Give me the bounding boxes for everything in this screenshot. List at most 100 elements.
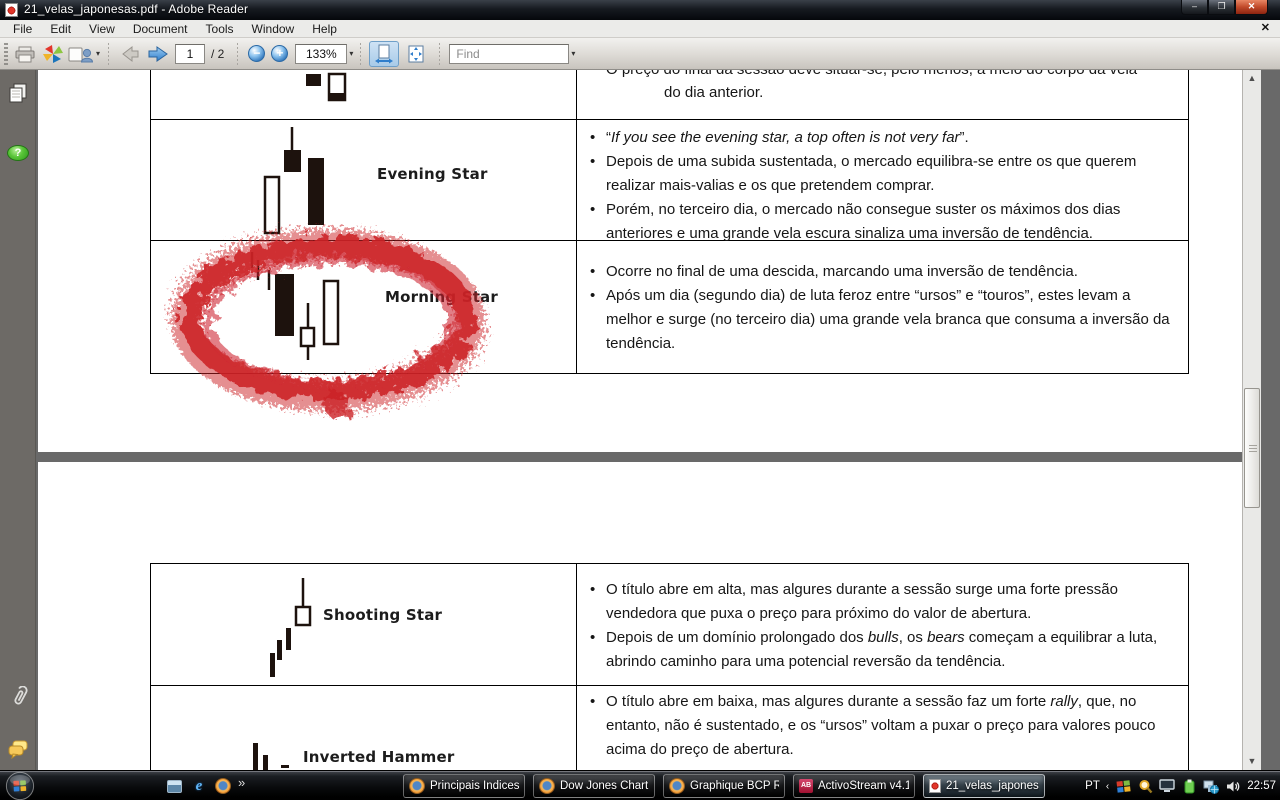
toolbar-separator: [237, 42, 239, 65]
windows-start-orb-icon: [5, 771, 35, 800]
fit-page-button[interactable]: [401, 41, 431, 67]
attachments-panel-button[interactable]: [7, 686, 29, 708]
tray-collapse-icon[interactable]: ‹: [1106, 781, 1109, 792]
document-area: O preço do final da sessão deve situar-s…: [37, 70, 1261, 770]
display-tray-icon[interactable]: [1159, 778, 1175, 794]
vertical-scrollbar[interactable]: ▲ ▼: [1242, 70, 1261, 770]
table-row-line: [151, 119, 1188, 120]
menu-help[interactable]: Help: [303, 20, 346, 38]
menu-window[interactable]: Window: [243, 20, 304, 38]
quick-launch-overflow-icon[interactable]: »: [238, 775, 245, 790]
patterns-table: Shooting Star • O título abre em alta, ma…: [150, 563, 1189, 770]
taskbar-button-dow-jones[interactable]: Dow Jones Chart - L...: [533, 774, 655, 798]
toolbar-separator: [360, 42, 362, 65]
next-page-button[interactable]: [145, 41, 171, 67]
menu-edit[interactable]: Edit: [41, 20, 80, 38]
taskbar-button-velas-japonesas[interactable]: 21_velas_japonesas....: [923, 774, 1045, 798]
adobe-reader-window: 21_velas_japonesas.pdf - Adobe Reader – …: [0, 0, 1280, 800]
clipped-candlestick-pattern: [306, 72, 347, 102]
language-indicator[interactable]: PT: [1085, 780, 1100, 792]
firefox-icon: [539, 778, 555, 794]
title-bar: 21_velas_japonesas.pdf - Adobe Reader – …: [0, 0, 1280, 20]
taskbar: e » Principais Índices M... Dow Jones Ch…: [0, 770, 1280, 800]
menu-document[interactable]: Document: [124, 20, 197, 38]
start-button[interactable]: [5, 771, 35, 800]
table-divider: [576, 70, 577, 374]
page-count-label: / 2: [211, 46, 225, 61]
power-tray-icon[interactable]: [1181, 778, 1197, 794]
toolbar-separator: [439, 42, 441, 65]
toolbar-separator: [108, 42, 110, 65]
toolbar-grip: [4, 42, 8, 65]
firefox-icon: [215, 778, 231, 794]
volume-tray-icon[interactable]: [1225, 778, 1241, 794]
taskbar-button-activostream[interactable]: AB ActivoStream v4.14: [793, 774, 915, 798]
find-field[interactable]: [449, 43, 570, 64]
scroll-up-icon[interactable]: ▲: [1243, 70, 1261, 87]
pages-icon: [9, 83, 27, 103]
scrollbar-thumb[interactable]: [1244, 388, 1260, 508]
search-tray-icon[interactable]: [1137, 778, 1153, 794]
how-to-panel-button[interactable]: ?: [7, 142, 29, 164]
menu-view[interactable]: View: [80, 20, 124, 38]
find-input[interactable]: [450, 44, 569, 63]
restore-button[interactable]: ❐: [1208, 0, 1235, 15]
help-icon: ?: [7, 145, 29, 161]
dropdown-caret-icon: ▾: [96, 49, 101, 58]
close-button[interactable]: ✕: [1235, 0, 1268, 15]
pattern-description: • “If you see the evening star, a top oft…: [590, 129, 1137, 242]
pdf-page-2: Shooting Star • O título abre em alta, ma…: [38, 462, 1259, 770]
fit-page-icon: [408, 45, 424, 62]
close-document-icon[interactable]: ✕: [1261, 21, 1270, 34]
minimize-button[interactable]: –: [1181, 0, 1208, 15]
previous-page-button[interactable]: [117, 41, 143, 67]
acrobat-pinwheel-icon: [43, 44, 63, 63]
collaborate-button[interactable]: ▾: [68, 41, 100, 67]
menu-file[interactable]: File: [4, 20, 41, 38]
page-number-field[interactable]: [175, 43, 206, 64]
document-viewport: ? do dia anterior. Evening Star • “If yo…: [0, 70, 1280, 770]
activostream-icon: AB: [799, 779, 813, 793]
menu-tools[interactable]: Tools: [197, 20, 243, 38]
internet-explorer-launcher[interactable]: e: [190, 777, 208, 795]
pdf-document-icon: [929, 779, 941, 793]
comments-panel-button[interactable]: [7, 738, 29, 760]
clock[interactable]: 22:57: [1247, 780, 1276, 792]
table-row-line: [151, 685, 1188, 686]
pdf-app-icon: [5, 3, 18, 17]
taskbar-button-principais-indices[interactable]: Principais Índices M...: [403, 774, 525, 798]
show-desktop-button[interactable]: [165, 777, 183, 795]
pages-panel-button[interactable]: [7, 82, 29, 104]
window-controls: – ❐ ✕: [1181, 0, 1268, 15]
window-title: 21_velas_japonesas.pdf - Adobe Reader: [24, 2, 249, 16]
security-tray-icon[interactable]: [1115, 778, 1131, 794]
zoom-in-button[interactable]: +: [271, 45, 289, 62]
network-tray-icon[interactable]: [1203, 778, 1220, 794]
scroll-down-icon[interactable]: ▼: [1243, 753, 1261, 770]
page-number-input[interactable]: [176, 44, 205, 63]
red-marker-annotation: [171, 229, 485, 417]
firefox-icon: [409, 778, 425, 794]
pattern-label: Shooting Star: [323, 606, 443, 624]
pdf-page-1: O preço do final da sessão deve situar-s…: [38, 70, 1259, 452]
table-cell-text: do dia anterior.: [664, 84, 764, 101]
find-dropdown-caret-icon[interactable]: ▾: [571, 49, 575, 58]
printer-icon: [15, 46, 35, 62]
firefox-icon: [669, 778, 685, 794]
pattern-description: • O título abre em alta, mas algures dura…: [590, 581, 1158, 670]
comments-icon: [8, 740, 28, 759]
taskbar-button-graphique-bcp[interactable]: Graphique BCP R, c...: [663, 774, 785, 798]
pattern-description: • O título abre em baixa, mas algures dur…: [590, 693, 1156, 758]
scrolling-mode-button[interactable]: [369, 40, 400, 67]
forward-arrow-icon: [148, 45, 168, 62]
toolbar: ▾ / 2 − + 133% ▾: [0, 38, 1280, 70]
acrobat-services-button[interactable]: [40, 41, 66, 67]
firefox-launcher[interactable]: [214, 777, 232, 795]
zoom-level-value[interactable]: 133%: [295, 43, 348, 64]
pattern-label: Evening Star: [377, 165, 488, 183]
clipped-text-line: O preço do final da sessão deve situar-s…: [606, 70, 1176, 78]
zoom-dropdown-caret-icon[interactable]: ▾: [349, 49, 353, 58]
zoom-out-button[interactable]: −: [248, 45, 266, 62]
pattern-label: Inverted Hammer: [303, 748, 455, 766]
print-button[interactable]: [12, 41, 38, 67]
